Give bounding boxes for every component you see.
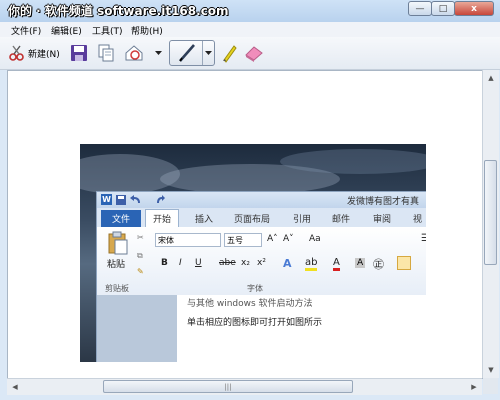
paste-label[interactable]: 粘贴 <box>107 257 125 270</box>
scroll-down-arrow[interactable]: ▼ <box>484 363 498 377</box>
font-color-icon[interactable]: A <box>333 257 340 271</box>
tab-file[interactable]: 文件 <box>101 210 141 227</box>
document-line: 与其他 windows 软件启动方法 <box>187 299 313 309</box>
document-line: 单击相应的图标即可打开如图所示 <box>187 318 323 328</box>
clipboard-group-label: 剪贴板 <box>105 284 129 293</box>
tab-insert[interactable]: 插入 <box>195 212 213 225</box>
highlighter-button[interactable] <box>220 42 238 64</box>
scroll-grip: ||| <box>224 382 232 391</box>
ribbon: 粘贴 ✂ ⧉ ✎ 剪贴板 宋体 五号 A˄ A˅ Aa B I U abe x₂… <box>97 227 426 296</box>
scroll-right-arrow[interactable]: ▶ <box>467 380 481 394</box>
subscript-button[interactable]: x₂ <box>241 258 250 268</box>
title-bar[interactable]: 你的 · 软件频道 software.it168.com — □ x <box>0 0 500 22</box>
send-snip-button[interactable] <box>124 42 146 64</box>
pen-icon <box>179 44 195 62</box>
new-snip-button[interactable]: 新建(N) <box>8 42 60 64</box>
new-snip-label: 新建(N) <box>28 49 60 60</box>
highlighter-icon <box>223 45 237 63</box>
chevron-down-icon <box>155 51 162 55</box>
eraser-icon <box>245 46 263 62</box>
menu-file[interactable]: 文件(F) <box>11 24 41 37</box>
horizontal-scroll-thumb[interactable]: ||| <box>103 380 353 393</box>
menu-tools[interactable]: 工具(T) <box>92 24 123 37</box>
send-dropdown-arrow[interactable] <box>155 42 162 64</box>
word-window: W 发微博有图才有真 文件 开始 插入 页面布局 引用 邮件 审阅 视 粘贴 ✂… <box>96 191 426 362</box>
copy-icon[interactable]: ⧉ <box>137 251 143 261</box>
window-title: 你的 · 软件频道 software.it168.com <box>8 4 229 18</box>
shrink-font-button[interactable]: A˅ <box>283 234 294 244</box>
minimize-button[interactable]: — <box>408 1 432 16</box>
redo-icon <box>157 195 165 203</box>
word-logo-icon: W <box>101 194 112 205</box>
save-icon <box>116 195 126 205</box>
font-size-select[interactable]: 五号 <box>224 233 262 247</box>
snipping-tool-window: 你的 · 软件频道 software.it168.com — □ x 文件(F)… <box>0 0 500 400</box>
save-icon <box>71 45 87 61</box>
word-titlebar: W 发微博有图才有真 <box>97 192 426 208</box>
maximize-button[interactable]: □ <box>431 1 455 16</box>
paste-icon <box>108 231 128 255</box>
document-area: 与其他 windows 软件启动方法 单击相应的图标即可打开如图所示 <box>97 295 426 362</box>
italic-button[interactable]: I <box>179 258 182 268</box>
document-page[interactable]: 与其他 windows 软件启动方法 单击相应的图标即可打开如图所示 <box>177 295 426 362</box>
menu-edit[interactable]: 编辑(E) <box>51 24 82 37</box>
enclose-char-icon[interactable]: ㊣ <box>373 256 384 272</box>
ribbon-tabs: 文件 开始 插入 页面布局 引用 邮件 审阅 视 <box>97 208 426 227</box>
toolbar: 新建(N) <box>0 37 500 70</box>
cloud-shape <box>280 149 426 174</box>
vertical-scroll-thumb[interactable] <box>484 160 497 265</box>
vertical-scrollbar[interactable]: ▲ ▼ <box>482 70 499 378</box>
copy-icon <box>98 44 114 62</box>
font-name-select[interactable]: 宋体 <box>155 233 221 247</box>
undo-icon <box>130 195 140 203</box>
snip-scissors-icon <box>9 45 24 61</box>
align-left-icon[interactable] <box>397 256 411 270</box>
tab-home[interactable]: 开始 <box>145 209 179 227</box>
superscript-button[interactable]: x² <box>257 258 266 268</box>
cut-icon[interactable]: ✂ <box>137 233 144 242</box>
text-effects-icon[interactable]: A <box>283 257 292 270</box>
strikethrough-button[interactable]: abe <box>219 258 236 268</box>
resize-grip[interactable] <box>483 378 498 394</box>
scroll-up-arrow[interactable]: ▲ <box>484 71 498 85</box>
font-name-value: 宋体 <box>158 235 174 245</box>
horizontal-scrollbar[interactable]: ◀ ||| ▶ <box>7 378 482 395</box>
tab-layout[interactable]: 页面布局 <box>234 212 270 225</box>
scroll-left-arrow[interactable]: ◀ <box>8 380 22 394</box>
font-size-value: 五号 <box>227 235 243 245</box>
grow-font-button[interactable]: A˄ <box>267 234 278 244</box>
format-painter-icon[interactable]: ✎ <box>137 267 144 276</box>
bold-button[interactable]: B <box>161 258 168 268</box>
menu-bar: 文件(F) 编辑(E) 工具(T) 帮助(H) <box>0 22 500 37</box>
close-button[interactable]: x <box>454 1 494 16</box>
pen-button[interactable] <box>169 40 215 66</box>
copy-button[interactable] <box>97 42 115 64</box>
highlight-color-icon[interactable]: ab <box>305 257 318 271</box>
eraser-button[interactable] <box>243 42 265 64</box>
tab-references[interactable]: 引用 <box>293 212 311 225</box>
word-title: 发微博有图才有真 <box>347 197 420 207</box>
snip-canvas[interactable]: W 发微博有图才有真 文件 开始 插入 页面布局 引用 邮件 审阅 视 粘贴 ✂… <box>7 70 483 379</box>
send-icon <box>125 45 143 61</box>
menu-help[interactable]: 帮助(H) <box>131 24 163 37</box>
tab-mailings[interactable]: 邮件 <box>332 212 350 225</box>
underline-button[interactable]: U <box>195 258 202 268</box>
captured-image: W 发微博有图才有真 文件 开始 插入 页面布局 引用 邮件 审阅 视 粘贴 ✂… <box>80 144 426 362</box>
change-case-button[interactable]: Aa <box>309 234 321 244</box>
save-button[interactable] <box>70 42 88 64</box>
tab-review[interactable]: 审阅 <box>373 212 391 225</box>
window-controls: — □ x <box>408 1 494 16</box>
bullets-icon[interactable]: ☰ <box>421 233 426 244</box>
font-group-label: 字体 <box>247 284 263 293</box>
chevron-down-icon <box>204 51 212 55</box>
pen-dropdown[interactable] <box>202 41 213 65</box>
char-shading-icon[interactable]: A <box>355 258 366 268</box>
tab-view[interactable]: 视 <box>413 212 422 225</box>
